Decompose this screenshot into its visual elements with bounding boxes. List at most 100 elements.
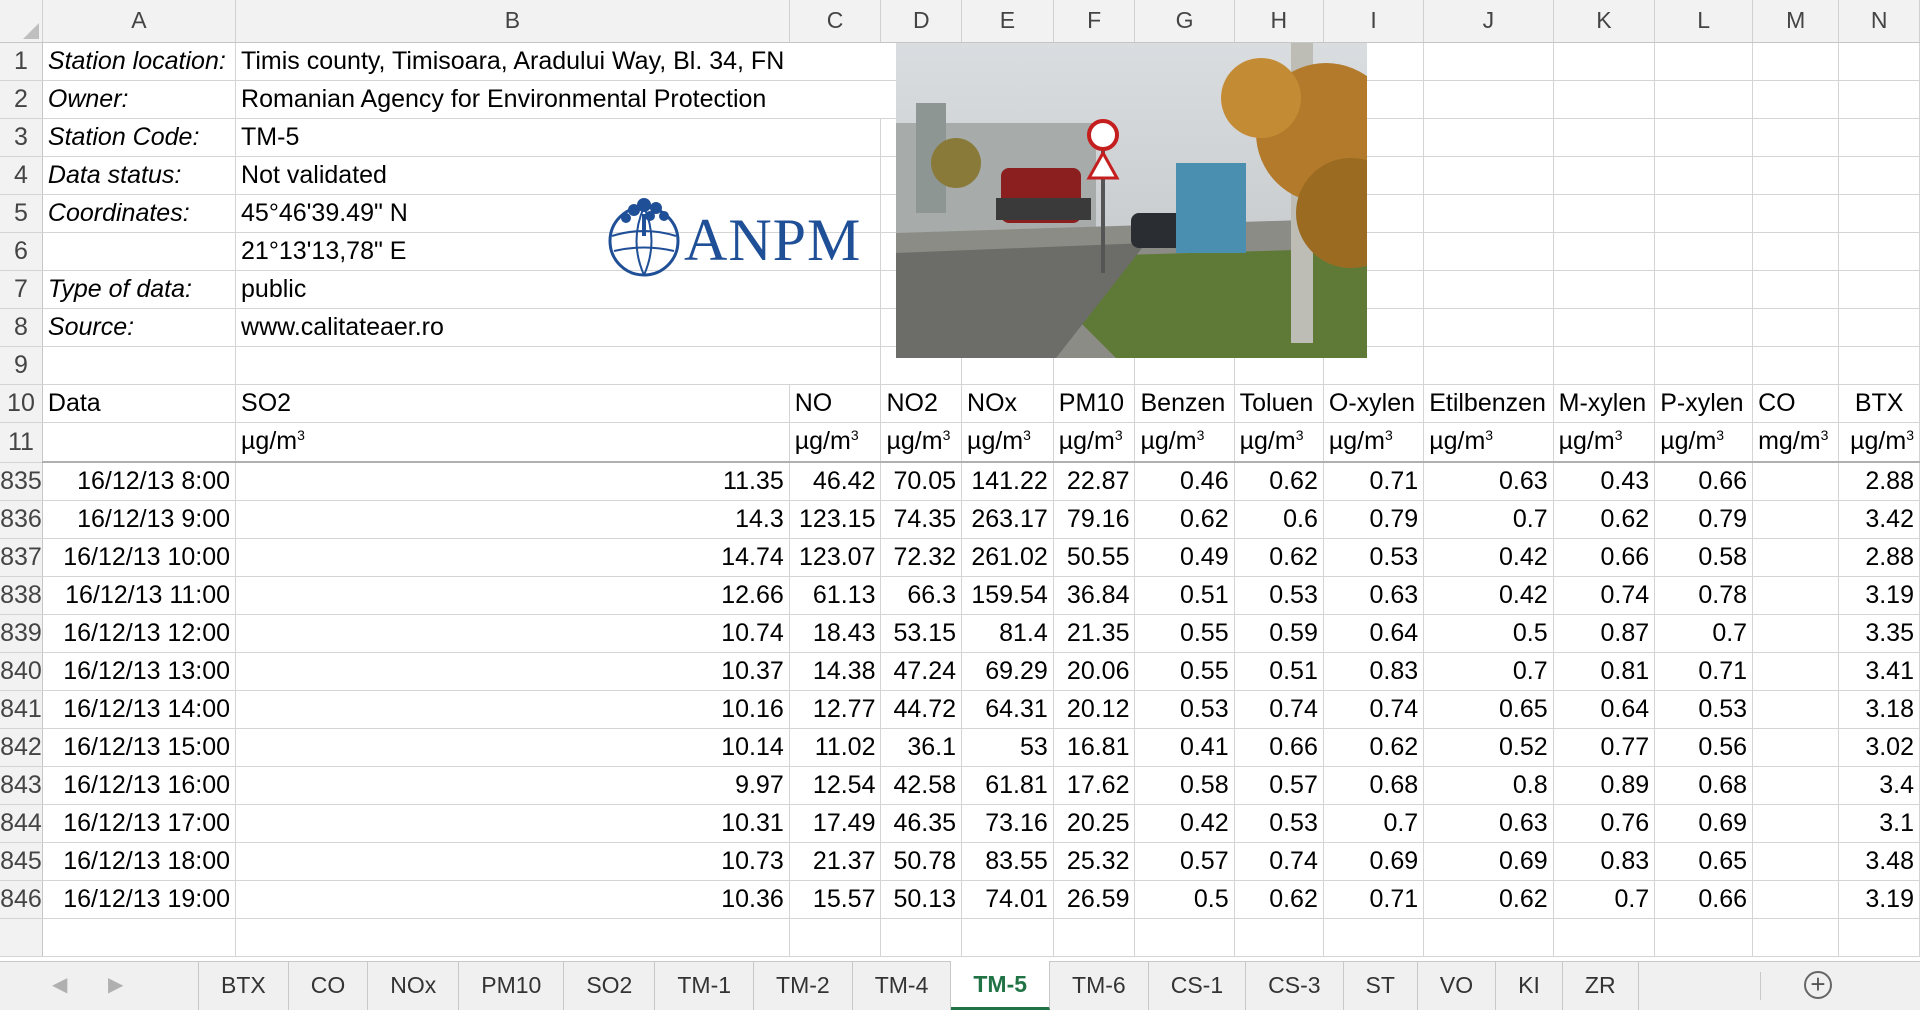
value-cell[interactable]: 0.66 (1654, 462, 1754, 501)
unit-cell[interactable]: µg/m3 (1423, 422, 1554, 463)
value-cell[interactable]: 61.81 (961, 766, 1054, 805)
empty-cell[interactable] (1654, 194, 1754, 233)
value-cell[interactable]: 0.42 (1134, 804, 1235, 843)
info-value-cell[interactable]: Not validated (235, 156, 790, 195)
value-cell[interactable]: 14.38 (789, 652, 882, 691)
value-cell[interactable]: 3.19 (1838, 576, 1920, 615)
value-cell[interactable]: 11.35 (235, 462, 790, 501)
empty-cell[interactable] (1752, 308, 1840, 347)
value-cell[interactable]: 0.78 (1654, 576, 1754, 615)
value-cell[interactable]: 14.3 (235, 500, 790, 539)
info-label-cell[interactable]: Source: (42, 308, 237, 347)
value-cell[interactable]: 36.84 (1053, 576, 1136, 615)
value-cell[interactable]: 0.7 (1323, 804, 1425, 843)
value-cell[interactable]: 10.14 (235, 728, 790, 767)
row-header[interactable]: 846 (0, 880, 43, 919)
value-cell[interactable]: 0.77 (1553, 728, 1656, 767)
empty-cell[interactable] (1423, 156, 1554, 195)
empty-cell[interactable] (1838, 42, 1920, 81)
value-cell[interactable]: 3.18 (1838, 690, 1920, 729)
sheet-tab-btx[interactable]: BTX (198, 962, 289, 1010)
empty-cell[interactable] (1752, 346, 1840, 385)
empty-cell[interactable] (1752, 918, 1840, 957)
value-cell[interactable]: 26.59 (1053, 880, 1136, 919)
parameter-header-cell[interactable]: CO (1752, 384, 1840, 423)
value-cell[interactable]: 20.12 (1053, 690, 1136, 729)
value-cell[interactable]: 17.62 (1053, 766, 1136, 805)
value-cell[interactable]: 0.51 (1234, 652, 1324, 691)
empty-cell[interactable] (1838, 270, 1920, 309)
value-cell[interactable]: 46.35 (880, 804, 963, 843)
empty-cell[interactable] (1752, 270, 1840, 309)
value-cell[interactable]: 0.5 (1423, 614, 1554, 653)
value-cell[interactable]: 0.58 (1654, 538, 1754, 577)
parameter-header-cell[interactable]: Benzen (1134, 384, 1235, 423)
unit-cell[interactable]: µg/m3 (1654, 422, 1754, 463)
value-cell[interactable]: 72.32 (880, 538, 963, 577)
sheet-tab-co[interactable]: CO (289, 962, 369, 1010)
value-cell[interactable]: 3.1 (1838, 804, 1920, 843)
value-cell[interactable]: 0.42 (1423, 576, 1554, 615)
value-cell[interactable]: 0.65 (1654, 842, 1754, 881)
parameter-header-cell[interactable]: BTX (1838, 384, 1920, 423)
timestamp-cell[interactable]: 16/12/13 14:00 (42, 690, 237, 729)
value-cell[interactable]: 9.97 (235, 766, 790, 805)
empty-cell[interactable] (1553, 232, 1656, 271)
value-cell[interactable]: 261.02 (961, 538, 1054, 577)
value-cell[interactable]: 0.64 (1323, 614, 1425, 653)
value-cell[interactable] (1752, 614, 1840, 653)
value-cell[interactable]: 69.29 (961, 652, 1054, 691)
empty-cell[interactable] (1423, 194, 1554, 233)
value-cell[interactable]: 0.79 (1323, 500, 1425, 539)
row-header[interactable]: 9 (0, 346, 43, 385)
sheet-tab-tm-2[interactable]: TM-2 (754, 962, 853, 1010)
value-cell[interactable]: 17.49 (789, 804, 882, 843)
value-cell[interactable]: 0.89 (1553, 766, 1656, 805)
unit-cell[interactable]: µg/m3 (789, 422, 882, 463)
value-cell[interactable]: 15.57 (789, 880, 882, 919)
timestamp-cell[interactable]: 16/12/13 9:00 (42, 500, 237, 539)
value-cell[interactable] (1752, 690, 1840, 729)
value-cell[interactable]: 3.42 (1838, 500, 1920, 539)
row-header[interactable]: 6 (0, 232, 43, 271)
value-cell[interactable]: 73.16 (961, 804, 1054, 843)
value-cell[interactable]: 0.65 (1423, 690, 1554, 729)
value-cell[interactable]: 50.78 (880, 842, 963, 881)
parameter-header-cell[interactable]: SO2 (235, 384, 790, 423)
value-cell[interactable]: 141.22 (961, 462, 1054, 501)
value-cell[interactable]: 0.87 (1553, 614, 1656, 653)
value-cell[interactable]: 0.53 (1654, 690, 1754, 729)
value-cell[interactable]: 10.73 (235, 842, 790, 881)
info-label-cell[interactable]: Station location: (42, 42, 237, 81)
value-cell[interactable] (1752, 880, 1840, 919)
empty-cell[interactable] (1838, 308, 1920, 347)
value-cell[interactable]: 22.87 (1053, 462, 1136, 501)
column-header-g[interactable]: G (1134, 0, 1235, 43)
parameter-header-cell[interactable]: PM10 (1053, 384, 1136, 423)
empty-cell[interactable] (1654, 918, 1754, 957)
value-cell[interactable]: 10.74 (235, 614, 790, 653)
value-cell[interactable]: 0.74 (1323, 690, 1425, 729)
value-cell[interactable]: 0.81 (1553, 652, 1656, 691)
value-cell[interactable]: 0.57 (1234, 766, 1324, 805)
info-value-cell[interactable]: Romanian Agency for Environmental Protec… (235, 80, 790, 119)
timestamp-cell[interactable]: 16/12/13 12:00 (42, 614, 237, 653)
value-cell[interactable]: 0.74 (1234, 842, 1324, 881)
sheet-tab-cs-1[interactable]: CS-1 (1149, 962, 1247, 1010)
value-cell[interactable]: 0.56 (1654, 728, 1754, 767)
value-cell[interactable]: 0.68 (1654, 766, 1754, 805)
value-cell[interactable]: 61.13 (789, 576, 882, 615)
empty-cell[interactable] (1838, 194, 1920, 233)
value-cell[interactable]: 16.81 (1053, 728, 1136, 767)
value-cell[interactable] (1752, 576, 1840, 615)
unit-cell[interactable]: µg/m3 (235, 422, 790, 463)
empty-cell[interactable] (1553, 346, 1656, 385)
sheet-tab-pm10[interactable]: PM10 (459, 962, 565, 1010)
value-cell[interactable]: 21.35 (1053, 614, 1136, 653)
value-cell[interactable]: 0.62 (1234, 880, 1324, 919)
value-cell[interactable]: 0.42 (1423, 538, 1554, 577)
value-cell[interactable]: 0.52 (1423, 728, 1554, 767)
value-cell[interactable]: 44.72 (880, 690, 963, 729)
value-cell[interactable]: 0.5 (1134, 880, 1235, 919)
value-cell[interactable]: 0.43 (1553, 462, 1656, 501)
